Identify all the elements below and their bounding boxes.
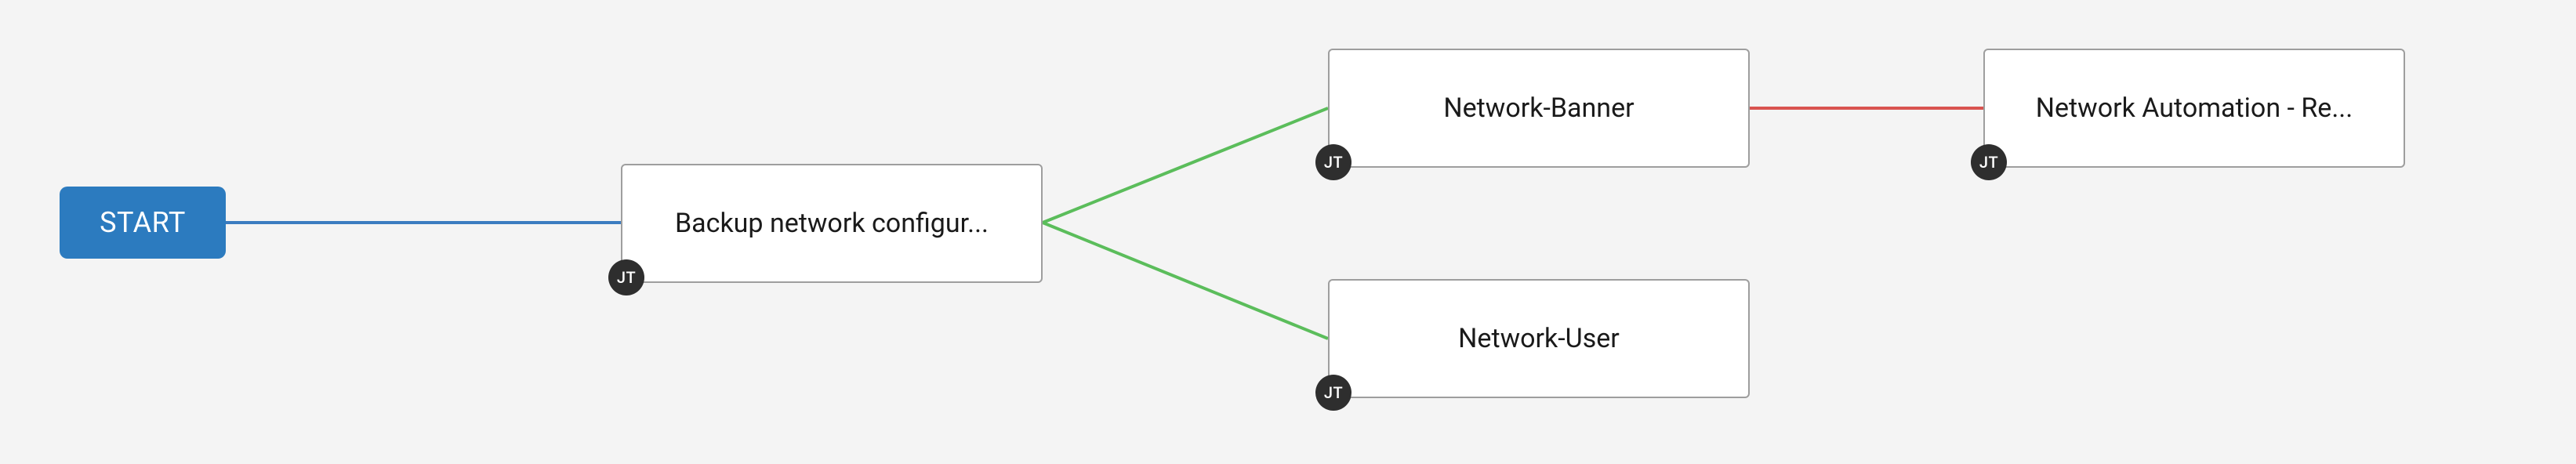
job-node-automation[interactable]: Network Automation - Re... JT <box>1983 49 2405 168</box>
job-node-banner[interactable]: Network-Banner JT <box>1328 49 1750 168</box>
job-node-label: Backup network configur... <box>675 208 989 239</box>
workflow-canvas: START Backup network configur... JT Netw… <box>0 0 2576 464</box>
job-node-backup[interactable]: Backup network configur... JT <box>621 164 1043 283</box>
job-node-label: Network-User <box>1458 323 1620 354</box>
node-type-badge: JT <box>1315 375 1351 411</box>
connector-line <box>1043 108 1328 223</box>
job-node-label: Network-Banner <box>1443 92 1634 124</box>
node-type-badge: JT <box>1971 144 2007 180</box>
start-node-label: START <box>100 206 186 239</box>
job-node-label: Network Automation - Re... <box>2036 92 2353 124</box>
node-type-badge: JT <box>608 259 644 295</box>
node-type-badge: JT <box>1315 144 1351 180</box>
start-node[interactable]: START <box>60 187 226 259</box>
job-node-user[interactable]: Network-User JT <box>1328 279 1750 398</box>
connector-line <box>1043 223 1328 339</box>
